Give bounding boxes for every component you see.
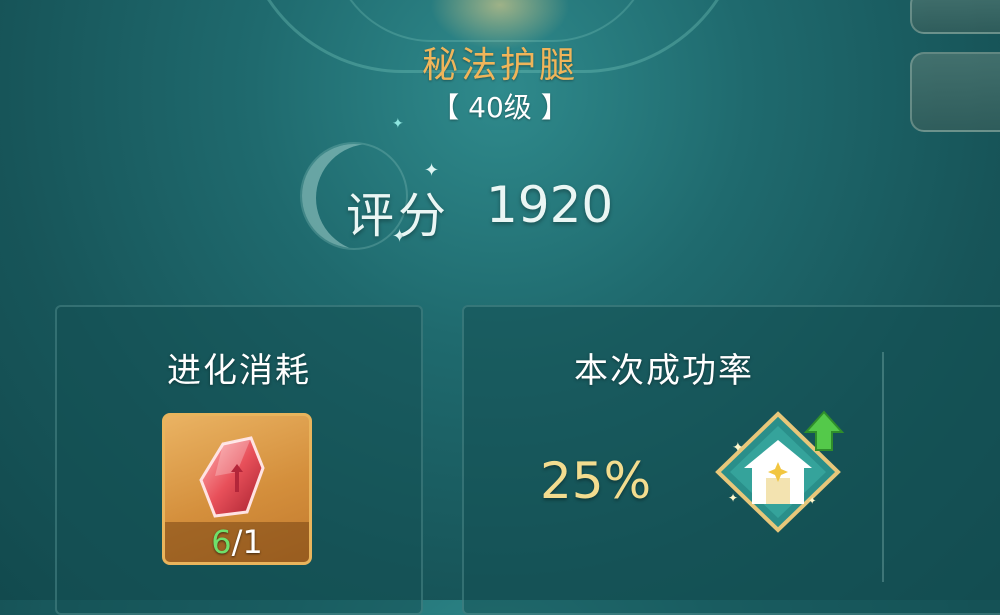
item-name: 秘法护腿 xyxy=(421,45,578,86)
svg-text:✦: ✦ xyxy=(732,440,744,456)
evolve-cost-title: 进化消耗 xyxy=(167,351,311,391)
score-label: 评分 xyxy=(346,188,451,244)
sparkle-icon: ✦ xyxy=(392,116,404,132)
material-count-have: 6 xyxy=(211,523,232,561)
side-tab-1[interactable] xyxy=(910,0,1000,34)
svg-text:✦: ✦ xyxy=(808,496,816,507)
svg-text:✦: ✦ xyxy=(728,491,738,505)
material-count-need: 1 xyxy=(242,523,263,561)
material-count-bar: 6/1 xyxy=(165,522,309,562)
material-count-separator: / xyxy=(231,523,243,561)
panel-divider xyxy=(882,352,884,582)
material-slot[interactable]: 6/1 xyxy=(162,413,312,565)
item-level: 【 40级 】 xyxy=(431,91,569,124)
score-value: 1920 xyxy=(486,176,614,234)
success-rate-title: 本次成功率 xyxy=(574,351,754,391)
success-rate-value: 25% xyxy=(540,452,652,510)
red-crystal-icon xyxy=(199,436,265,518)
house-upgrade-icon[interactable]: ✦ ✦ ✦ xyxy=(708,406,848,536)
